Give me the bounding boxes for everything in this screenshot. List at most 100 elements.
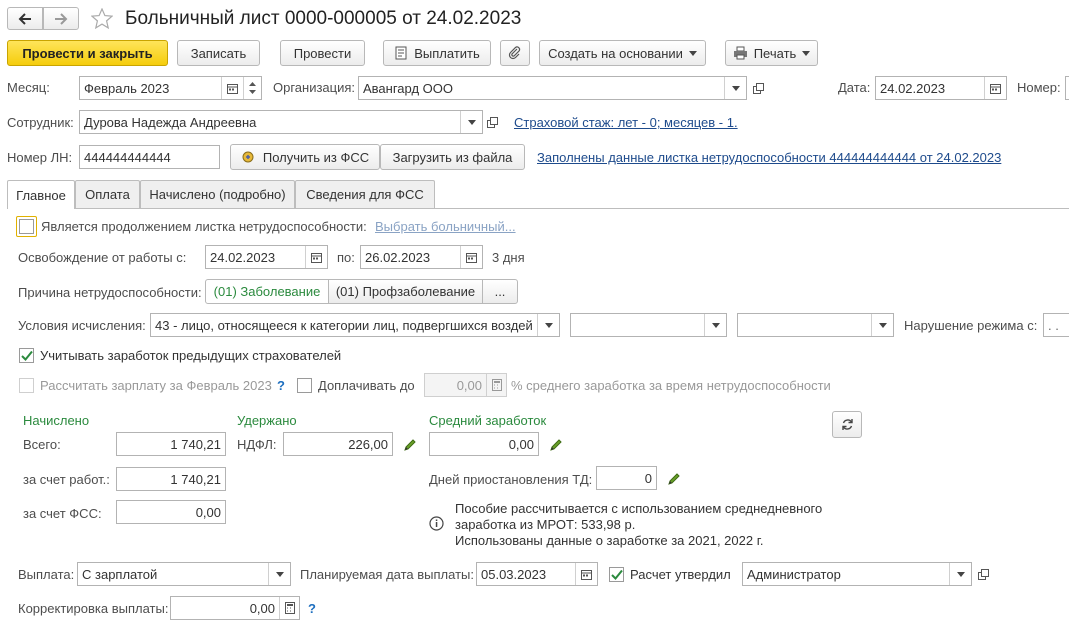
calendar-icon[interactable] <box>305 246 327 268</box>
calendar-icon[interactable] <box>575 563 597 585</box>
release-to-value: 26.02.2023 <box>365 249 431 265</box>
month-value: Февраль 2023 <box>84 80 170 96</box>
employee-value: Дурова Надежда Андреевна <box>84 114 257 130</box>
pencil-icon[interactable] <box>667 472 681 486</box>
star-icon[interactable] <box>91 8 113 29</box>
pay-button[interactable]: Выплатить <box>383 40 491 66</box>
tab-fss-info[interactable]: Сведения для ФСС <box>295 180 435 208</box>
page-title: Больничный лист 0000-000005 от 24.02.202… <box>125 8 522 29</box>
create-based-on-button[interactable]: Создать на основании <box>539 40 706 66</box>
planned-date-value: 05.03.2023 <box>481 566 547 582</box>
month-label: Месяц: <box>7 80 50 95</box>
back-button[interactable] <box>7 7 43 30</box>
dropdown-arrow-icon[interactable] <box>871 314 893 336</box>
tab-main[interactable]: Главное <box>7 180 75 209</box>
open-icon[interactable] <box>748 78 768 98</box>
accrued-fss-field[interactable]: 0,00 <box>116 500 226 524</box>
get-from-fss-label: Получить из ФСС <box>262 149 370 165</box>
violation-date-field[interactable]: . . <box>1043 313 1069 337</box>
dropdown-arrow-icon[interactable] <box>460 111 482 133</box>
accrued-employer-value: 1 740,21 <box>170 471 221 487</box>
ndfl-label: НДФЛ: <box>237 437 277 452</box>
tab-accrued-detailed[interactable]: Начислено (подробно) <box>140 180 295 208</box>
approved-checkbox[interactable] <box>609 567 624 582</box>
calendar-icon[interactable] <box>460 246 482 268</box>
number-field[interactable] <box>1065 76 1069 100</box>
approver-field[interactable]: Администратор <box>742 562 972 586</box>
continuation-label: Является продолжением листка нетрудоспос… <box>41 219 367 234</box>
suspension-label: Дней приостановления ТД: <box>429 472 593 487</box>
insurance-experience-link[interactable]: Страховой стаж: лет - 0; месяцев - 1. <box>514 115 738 131</box>
forward-button[interactable] <box>43 7 79 30</box>
tab-payment[interactable]: Оплата <box>75 180 140 208</box>
calculator-icon[interactable] <box>486 374 506 396</box>
days-count: 3 дня <box>492 250 525 265</box>
dropdown-arrow-icon[interactable] <box>949 563 971 585</box>
suspension-field[interactable]: 0 <box>596 466 657 490</box>
continuation-checkbox[interactable] <box>19 219 34 234</box>
spinner-icon[interactable] <box>243 77 261 99</box>
violation-value: . . <box>1048 317 1059 333</box>
calculator-icon[interactable] <box>279 597 299 619</box>
select-sick-leave-link[interactable]: Выбрать больничный... <box>375 219 516 235</box>
correction-field[interactable]: 0,00 <box>170 596 300 620</box>
release-to-field[interactable]: 26.02.2023 <box>360 245 483 269</box>
correction-help-icon[interactable]: ? <box>308 601 316 617</box>
accrued-total-field[interactable]: 1 740,21 <box>116 432 226 456</box>
refresh-button[interactable] <box>832 411 862 438</box>
calendar-icon[interactable] <box>221 77 243 99</box>
chevron-down-icon <box>688 50 697 56</box>
organization-field[interactable]: Авангард ООО <box>358 76 747 100</box>
topup-checkbox[interactable] <box>297 378 312 393</box>
pay-button-label: Выплатить <box>414 45 480 61</box>
organization-label: Организация: <box>273 80 356 95</box>
print-button[interactable]: Печать <box>725 40 818 66</box>
fss-icon <box>242 151 254 163</box>
reason-disease-button[interactable]: (01) Заболевание <box>205 279 329 304</box>
open-icon[interactable] <box>973 564 993 584</box>
dropdown-arrow-icon[interactable] <box>724 77 746 99</box>
arrow-left-icon <box>18 12 31 25</box>
dropdown-arrow-icon[interactable] <box>537 314 559 336</box>
calc-salary-checkbox[interactable] <box>19 378 34 393</box>
reason-occupational-button[interactable]: (01) Профзаболевание <box>328 279 483 304</box>
prev-insurers-checkbox[interactable] <box>19 348 34 363</box>
ln-number-field[interactable]: 444444444444 <box>79 145 220 169</box>
release-label: Освобождение от работы с: <box>18 250 187 265</box>
accrued-employer-field[interactable]: 1 740,21 <box>116 467 226 491</box>
load-from-file-button[interactable]: Загрузить из файла <box>380 144 525 170</box>
dropdown-arrow-icon[interactable] <box>704 314 726 336</box>
chevron-down-icon <box>802 50 811 56</box>
month-field[interactable]: Февраль 2023 <box>79 76 262 100</box>
date-field[interactable]: 24.02.2023 <box>875 76 1007 100</box>
conditions-field[interactable]: 43 - лицо, относящееся к категории лиц, … <box>150 313 560 337</box>
pencil-icon[interactable] <box>403 438 417 452</box>
checkmark-icon <box>610 569 623 580</box>
post-button[interactable]: Провести <box>280 40 365 66</box>
planned-date-field[interactable]: 05.03.2023 <box>476 562 598 586</box>
conditions-extra-field-1[interactable] <box>570 313 727 337</box>
employee-field[interactable]: Дурова Надежда Андреевна <box>79 110 483 134</box>
payout-field[interactable]: С зарплатой <box>77 562 291 586</box>
attach-button[interactable] <box>500 40 530 66</box>
calc-salary-label: Рассчитать зарплату за Февраль 2023 <box>40 378 272 393</box>
average-field[interactable]: 0,00 <box>429 432 539 456</box>
release-from-field[interactable]: 24.02.2023 <box>205 245 328 269</box>
dropdown-arrow-icon[interactable] <box>268 563 290 585</box>
reason-more-button[interactable]: ... <box>482 279 518 304</box>
approver-value: Администратор <box>747 566 841 582</box>
post-and-close-button[interactable]: Провести и закрыть <box>7 40 168 66</box>
filled-data-link[interactable]: Заполнены данные листка нетрудоспособнос… <box>537 150 1001 166</box>
calendar-icon[interactable] <box>984 77 1006 99</box>
topup-field[interactable]: 0,00 <box>424 373 507 397</box>
pencil-icon[interactable] <box>549 438 563 452</box>
conditions-extra-field-2[interactable] <box>737 313 894 337</box>
save-button[interactable]: Записать <box>177 40 260 66</box>
calc-salary-help-icon[interactable]: ? <box>277 378 285 394</box>
open-icon[interactable] <box>482 112 502 132</box>
reason-label: Причина нетрудоспособности: <box>18 285 202 300</box>
get-from-fss-button[interactable]: Получить из ФСС <box>230 144 380 170</box>
ndfl-field[interactable]: 226,00 <box>283 432 393 456</box>
average-value: 0,00 <box>508 436 534 452</box>
tabs-baseline <box>7 208 1069 209</box>
